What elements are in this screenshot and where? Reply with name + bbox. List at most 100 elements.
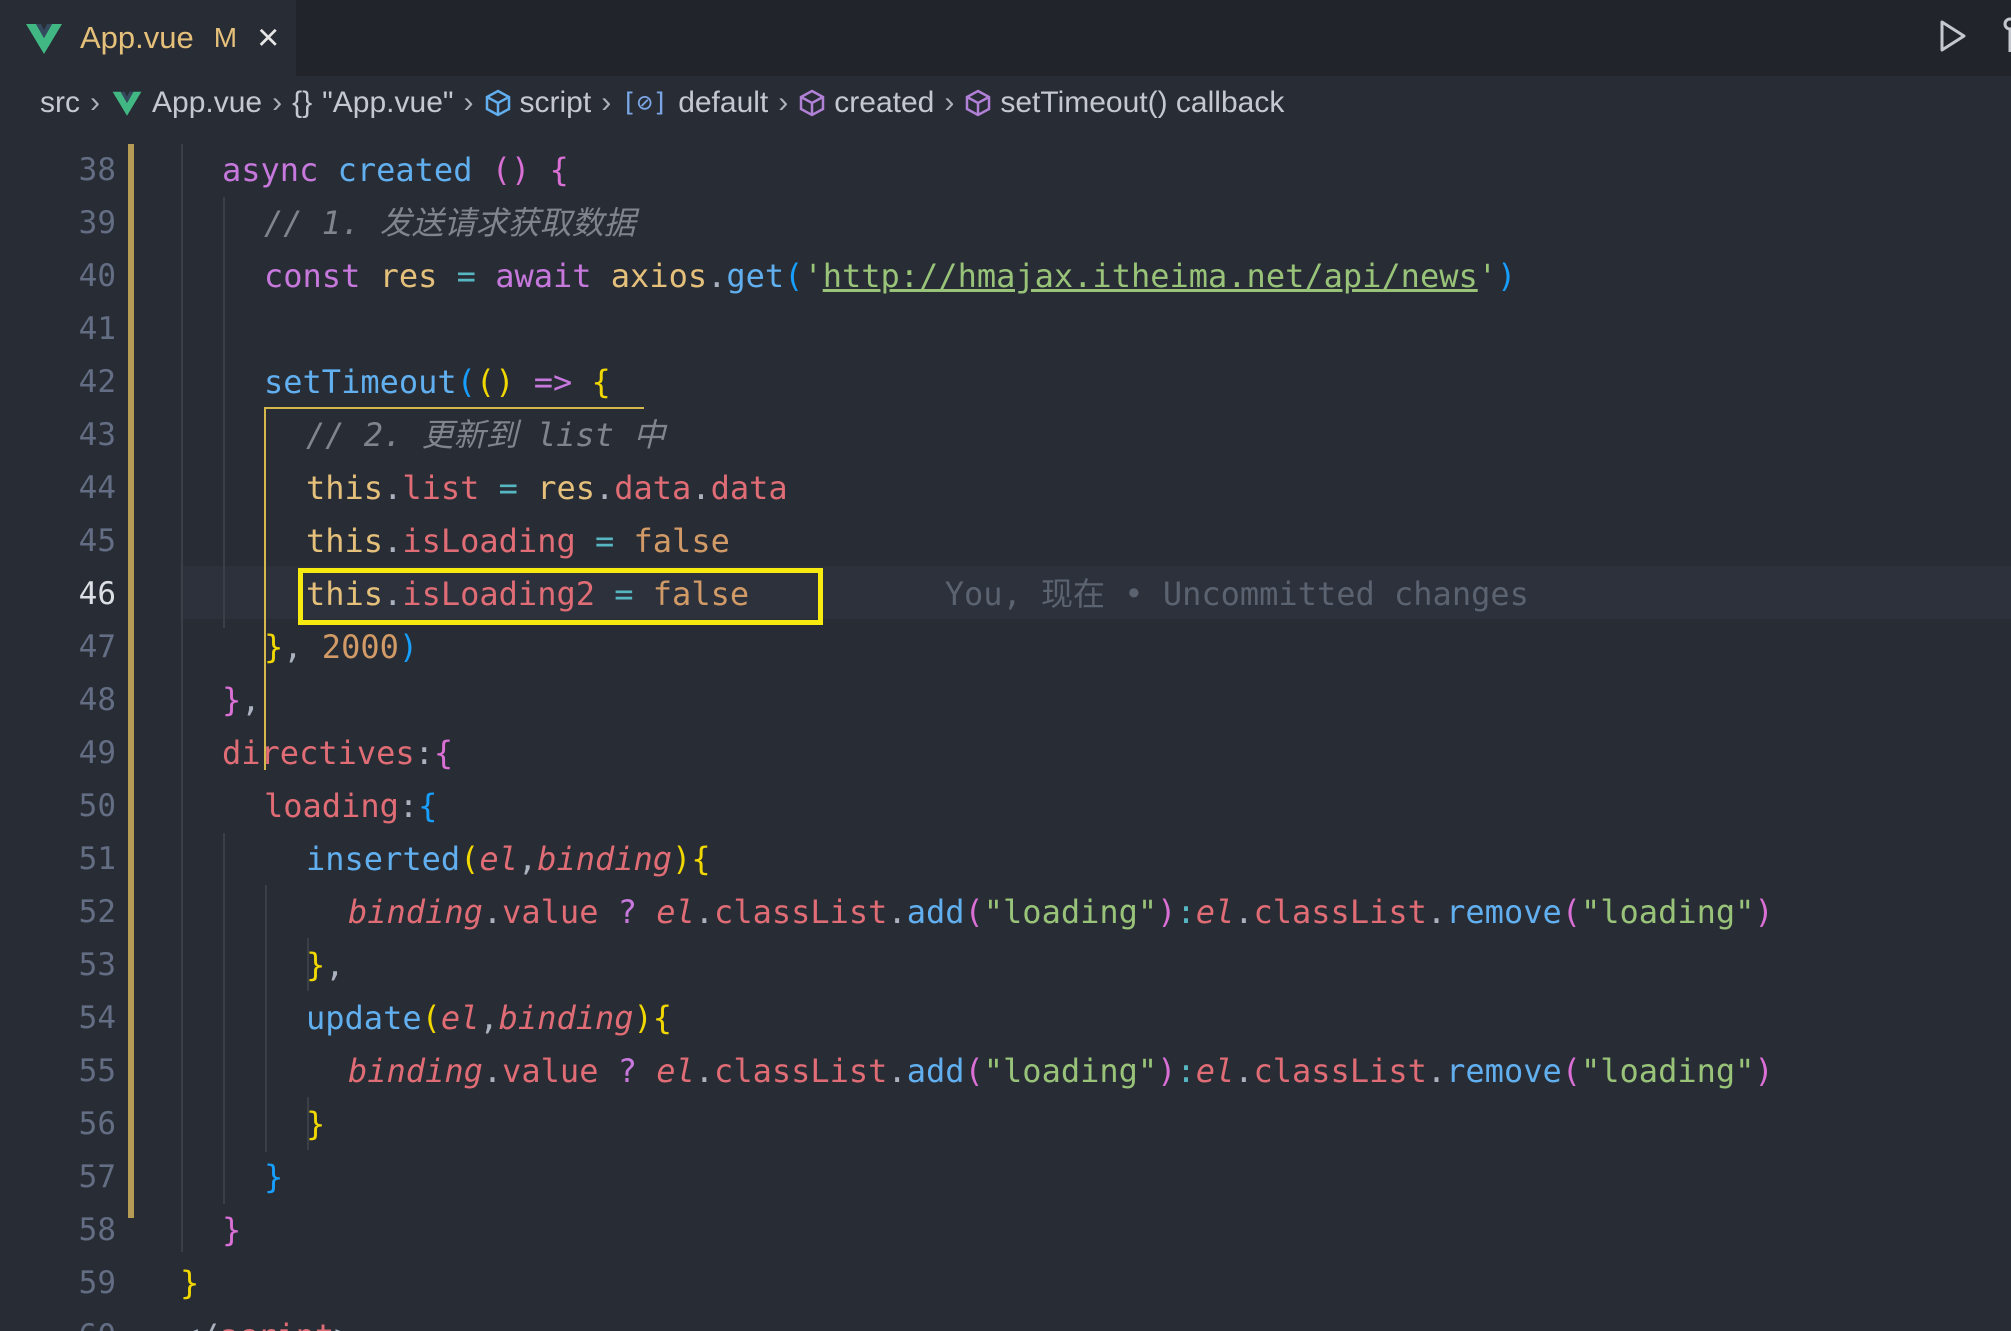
breadcrumb-settimeout[interactable]: setTimeout() callback — [964, 86, 1284, 120]
code-text: binding.value ? el.classList.add("loadin… — [348, 886, 1774, 939]
code-text: }, 2000) — [264, 621, 418, 674]
breadcrumb-app-vue[interactable]: App.vue — [110, 86, 262, 120]
code-text: } — [264, 1151, 283, 1204]
code-text: inserted(el,binding){ — [306, 833, 711, 886]
code-token: ( — [1561, 893, 1581, 931]
code-text: // 2. 更新到 list 中 — [306, 409, 665, 462]
code-line[interactable]: 52 binding.value ? el.classList.add("load… — [0, 886, 2011, 939]
breadcrumb-module[interactable]: {} "App.vue" — [292, 86, 453, 120]
code-line[interactable]: 59} — [0, 1257, 2011, 1310]
code-token: add — [906, 893, 965, 931]
code-token: </ — [180, 1317, 219, 1331]
code-token: async — [222, 151, 338, 189]
code-token: this — [306, 469, 384, 507]
code-line[interactable]: 44 this.list = res.data.data — [0, 462, 2011, 515]
code-token: el — [1195, 1052, 1235, 1090]
code-token: . — [887, 893, 907, 931]
code-token: ) — [398, 628, 419, 666]
breadcrumb: src › App.vue › {} "App.vue" › script › … — [0, 76, 2011, 130]
code-token: ) — [1497, 257, 1517, 295]
code-token: } — [306, 946, 326, 984]
code-line[interactable]: 45 this.isLoading = false — [0, 515, 2011, 568]
close-icon[interactable]: × — [257, 19, 279, 57]
code-token: } — [222, 681, 242, 719]
code-token: . — [1234, 1052, 1254, 1090]
code-line[interactable]: 56} — [0, 1098, 2011, 1151]
code-token: . — [694, 1052, 715, 1090]
code-token: res — [379, 257, 457, 295]
method-cube-icon — [800, 89, 825, 117]
code-line[interactable]: 60 </script> — [0, 1310, 2011, 1331]
code-line[interactable]: 43 // 2. 更新到 list 中 — [0, 409, 2011, 462]
run-icon[interactable] — [1932, 16, 1972, 56]
source-control-icon[interactable] — [1996, 16, 2011, 56]
code-token: remove — [1446, 893, 1562, 931]
code-token: const — [264, 257, 380, 295]
code-line[interactable]: 54 update(el,binding){ — [0, 992, 2011, 1045]
code-token: ( — [460, 840, 480, 878]
breadcrumb-src[interactable]: src — [40, 86, 80, 120]
code-line[interactable]: 55 binding.value ? el.classList.add("load… — [0, 1045, 2011, 1098]
code-token: , — [283, 628, 322, 666]
breadcrumb-created[interactable]: created — [798, 86, 934, 120]
line-number: 44 — [78, 470, 116, 506]
code-token: } — [264, 628, 284, 666]
breadcrumb-default[interactable]: [⊘] default — [621, 86, 768, 120]
code-text: loading:{ — [264, 780, 437, 833]
code-editor[interactable]: 38 async created () {39// 1. 发送请求获取数据 40 co… — [0, 130, 2011, 1331]
code-token: { — [418, 787, 438, 825]
code-token: ( — [421, 999, 441, 1037]
code-token: > — [334, 1317, 353, 1331]
code-token: ) — [1754, 1052, 1774, 1090]
code-line[interactable]: 47}, 2000) — [0, 621, 2011, 674]
code-token: classList — [1253, 1052, 1427, 1090]
code-line[interactable]: 48}, — [0, 674, 2011, 727]
code-token: data — [614, 469, 692, 507]
code-line[interactable]: 50 loading:{ — [0, 780, 2011, 833]
code-token: value — [502, 893, 618, 931]
code-line[interactable]: 57} — [0, 1151, 2011, 1204]
code-line[interactable]: 40 const res = await axios.get('http://hm… — [0, 250, 2011, 303]
line-number: 50 — [78, 788, 116, 824]
code-token: = — [456, 257, 496, 295]
code-line[interactable]: 41 — [0, 303, 2011, 356]
code-token: el — [656, 1052, 695, 1090]
code-token: add — [906, 1052, 965, 1090]
code-line[interactable]: 51 inserted(el,binding){ — [0, 833, 2011, 886]
breadcrumb-script[interactable]: script — [484, 86, 591, 120]
code-token: = — [594, 522, 634, 560]
code-line[interactable]: 58} — [0, 1204, 2011, 1257]
code-token: } — [222, 1211, 242, 1249]
code-line[interactable]: 42 setTimeout(() => { — [0, 356, 2011, 409]
line-number: 42 — [78, 364, 116, 400]
code-token: . — [1426, 893, 1447, 931]
code-line[interactable]: 53}, — [0, 939, 2011, 992]
line-number: 60 — [0, 1310, 116, 1331]
code-token: binding — [537, 840, 673, 878]
code-token: . — [482, 1052, 503, 1090]
code-token: // 1. 发送请求获取数据 — [264, 204, 636, 242]
code-text: binding.value ? el.classList.add("loadin… — [348, 1045, 1774, 1098]
git-blame-annotation: You, 现在 • Uncommitted changes — [829, 575, 1529, 613]
code-text: async created () { — [222, 144, 569, 197]
chevron-right-icon: › — [944, 86, 955, 119]
code-token: . — [383, 469, 403, 507]
variable-icon: [⊘] — [621, 88, 669, 118]
code-token: . — [694, 893, 715, 931]
code-token: "loading" — [1581, 1052, 1755, 1090]
code-line[interactable]: 38 async created () { — [0, 144, 2011, 197]
code-token: : — [1176, 893, 1196, 931]
code-token: http://hmajax.itheima.net/api/news — [822, 257, 1478, 295]
code-token: remove — [1446, 1052, 1562, 1090]
code-line[interactable]: 49 directives:{ — [0, 727, 2011, 780]
code-token: { — [549, 151, 569, 189]
code-text: }, — [306, 939, 345, 992]
code-token: ' — [1477, 257, 1497, 295]
tab-app-vue[interactable]: App.vue M × — [0, 0, 296, 76]
code-token: "loading" — [1581, 893, 1755, 931]
code-line[interactable]: 39 // 1. 发送请求获取数据 — [0, 197, 2011, 250]
code-token: => — [533, 363, 573, 401]
line-number: 57 — [78, 1159, 116, 1195]
code-text: } — [222, 1204, 241, 1257]
code-token: . — [1426, 1052, 1447, 1090]
